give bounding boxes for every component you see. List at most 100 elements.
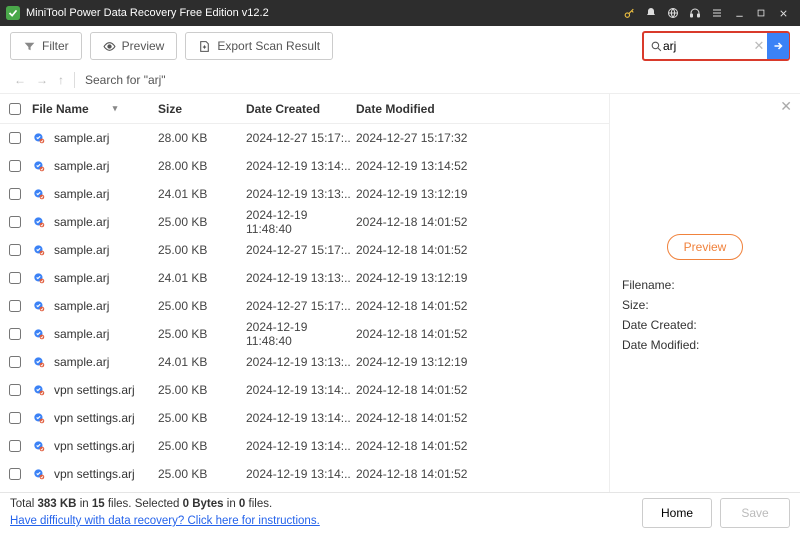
cell-size: 25.00 KB [158, 383, 246, 397]
table-row[interactable]: sample.arj24.01 KB2024-12-19 13:13:..202… [0, 180, 609, 208]
file-icon [32, 271, 46, 285]
cell-created: 2024-12-19 13:13:.. [246, 271, 356, 285]
row-checkbox[interactable] [9, 244, 21, 256]
toolbar: Filter Preview Export Scan Result ✕ [0, 26, 800, 66]
row-checkbox[interactable] [9, 300, 21, 312]
nav-forward-icon[interactable]: → [36, 73, 48, 87]
preview-button[interactable]: Preview [90, 32, 178, 60]
nav-back-icon[interactable]: ← [14, 73, 26, 87]
cell-size: 25.00 KB [158, 467, 246, 481]
file-icon [32, 243, 46, 257]
col-size[interactable]: Size [158, 102, 246, 116]
home-button[interactable]: Home [642, 498, 712, 528]
search-input[interactable] [663, 39, 751, 53]
table-row[interactable]: sample.arj28.00 KB2024-12-19 13:14:..202… [0, 152, 609, 180]
clear-search-icon[interactable]: ✕ [751, 38, 767, 54]
row-checkbox[interactable] [9, 272, 21, 284]
cell-filename: sample.arj [54, 243, 109, 257]
meta-filename: Filename: [622, 278, 788, 292]
help-link[interactable]: Have difficulty with data recovery? Clic… [10, 513, 320, 530]
cell-modified: 2024-12-19 13:14:52 [356, 159, 609, 173]
cell-modified: 2024-12-18 14:01:52 [356, 439, 609, 453]
col-modified[interactable]: Date Modified [356, 102, 601, 116]
close-icon[interactable] [772, 2, 794, 24]
meta-modified: Date Modified: [622, 338, 788, 352]
cell-created: 2024-12-19 13:14:.. [246, 439, 356, 453]
file-icon [32, 383, 46, 397]
row-checkbox[interactable] [9, 356, 21, 368]
minimize-icon[interactable] [728, 2, 750, 24]
cell-size: 25.00 KB [158, 215, 246, 229]
row-checkbox[interactable] [9, 328, 21, 340]
filter-button[interactable]: Filter [10, 32, 82, 60]
row-checkbox[interactable] [9, 440, 21, 452]
row-checkbox[interactable] [9, 468, 21, 480]
cell-size: 24.01 KB [158, 271, 246, 285]
table-row[interactable]: sample.arj25.00 KB2024-12-27 15:17:..202… [0, 236, 609, 264]
row-checkbox[interactable] [9, 188, 21, 200]
table-row[interactable]: vpn settings.arj25.00 KB2024-12-19 13:14… [0, 376, 609, 404]
cell-filename: sample.arj [54, 327, 109, 341]
maximize-icon[interactable] [750, 2, 772, 24]
preview-pane-button[interactable]: Preview [667, 234, 744, 260]
cell-modified: 2024-12-18 14:01:52 [356, 327, 609, 341]
cell-size: 24.01 KB [158, 355, 246, 369]
search-context-label: Search for "arj" [85, 73, 166, 87]
table-row[interactable]: sample.arj25.00 KB2024-12-19 11:48:40202… [0, 208, 609, 236]
table-row[interactable]: vpn settings.arj25.00 KB2024-12-19 13:14… [0, 404, 609, 432]
table-row[interactable]: vpn settings.arj 25.00 KB2024-12-19 13:14… [0, 460, 609, 488]
nav-up-icon[interactable]: ↑ [58, 73, 64, 87]
cell-modified: 2024-12-18 14:01:52 [356, 243, 609, 257]
row-checkbox[interactable] [9, 216, 21, 228]
cell-created: 2024-12-19 13:14:.. [246, 411, 356, 425]
search-box[interactable]: ✕ [642, 31, 790, 61]
meta-size: Size: [622, 298, 788, 312]
cell-filename: vpn settings.arj [54, 467, 135, 481]
cell-created: 2024-12-27 15:17:.. [246, 131, 356, 145]
save-button[interactable]: Save [720, 498, 790, 528]
col-filename[interactable]: File Name▾ [30, 102, 158, 116]
footer-status: Total 383 KB in 15 files. Selected 0 Byt… [10, 496, 320, 531]
cell-size: 25.00 KB [158, 299, 246, 313]
cell-created: 2024-12-19 13:14:.. [246, 383, 356, 397]
table-row[interactable]: sample.arj24.01 KB2024-12-19 13:13:..202… [0, 348, 609, 376]
row-checkbox[interactable] [9, 412, 21, 424]
table-row[interactable]: vpn settings.arj25.00 KB2024-12-19 13:14… [0, 432, 609, 460]
cell-filename: sample.arj [54, 215, 109, 229]
table-row[interactable]: sample.arj25.00 KB2024-12-19 11:48:40202… [0, 320, 609, 348]
cell-created: 2024-12-19 13:14:.. [246, 467, 356, 481]
arrow-right-icon [772, 40, 784, 52]
cell-modified: 2024-12-18 14:01:52 [356, 383, 609, 397]
file-icon [32, 439, 46, 453]
table-row[interactable]: sample.arj28.00 KB2024-12-27 15:17:..202… [0, 124, 609, 152]
table-row[interactable]: sample.arj24.01 KB2024-12-19 13:13:..202… [0, 264, 609, 292]
bell-icon[interactable] [640, 2, 662, 24]
table-row[interactable]: sample.arj25.00 KB2024-12-27 15:17:..202… [0, 292, 609, 320]
row-checkbox[interactable] [9, 384, 21, 396]
preview-close-icon[interactable]: ✕ [780, 98, 792, 115]
cell-created: 2024-12-19 13:13:.. [246, 355, 356, 369]
cell-created: 2024-12-19 13:14:.. [246, 159, 356, 173]
sort-indicator-icon: ▾ [113, 103, 118, 114]
file-icon [32, 299, 46, 313]
globe-icon[interactable] [662, 2, 684, 24]
col-created[interactable]: Date Created [246, 102, 356, 116]
search-go-button[interactable] [767, 33, 789, 59]
cell-size: 24.01 KB [158, 187, 246, 201]
menu-icon[interactable] [706, 2, 728, 24]
select-all-checkbox[interactable] [9, 103, 21, 115]
row-checkbox[interactable] [9, 132, 21, 144]
footer: Total 383 KB in 15 files. Selected 0 Byt… [0, 492, 800, 533]
export-button[interactable]: Export Scan Result [185, 32, 333, 60]
cell-modified: 2024-12-27 15:17:32 [356, 131, 609, 145]
preview-label: Preview [122, 39, 165, 53]
cell-modified: 2024-12-19 13:12:19 [356, 355, 609, 369]
key-icon[interactable] [618, 2, 640, 24]
cell-size: 28.00 KB [158, 131, 246, 145]
cell-filename: sample.arj [54, 159, 109, 173]
titlebar: MiniTool Power Data Recovery Free Editio… [0, 0, 800, 26]
headphones-icon[interactable] [684, 2, 706, 24]
preview-pane: ✕ Preview Filename: Size: Date Created: … [610, 94, 800, 492]
row-checkbox[interactable] [9, 160, 21, 172]
cell-modified: 2024-12-18 14:01:52 [356, 467, 609, 481]
